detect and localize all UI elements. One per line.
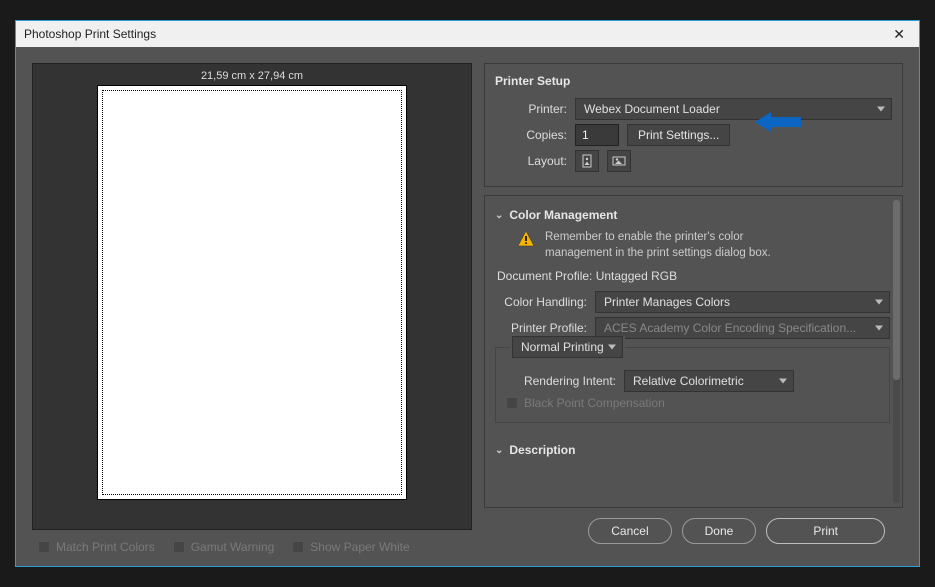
gamut-warning-checkbox[interactable]: Gamut Warning xyxy=(173,540,275,554)
page-dimensions: 21,59 cm x 27,94 cm xyxy=(201,70,303,82)
printer-label: Printer: xyxy=(495,102,567,116)
chevron-down-icon: ⌄ xyxy=(495,210,503,221)
select-value: Normal Printing xyxy=(521,337,604,357)
titlebar: Photoshop Print Settings ✕ xyxy=(16,21,919,47)
select-value: ACES Academy Color Encoding Specificatio… xyxy=(604,318,856,338)
preview-options: Match Print Colors Gamut Warning Show Pa… xyxy=(32,530,472,558)
select-value: Webex Document Loader xyxy=(584,99,720,119)
description-header[interactable]: ⌄ Description xyxy=(495,441,890,463)
preview-column: 21,59 cm x 27,94 cm Match Print Colors G… xyxy=(32,63,472,558)
show-paper-white-checkbox[interactable]: Show Paper White xyxy=(292,540,409,554)
button-label: Done xyxy=(705,524,734,538)
rendering-group: Normal Printing Rendering Intent: Relati… xyxy=(495,347,890,423)
printer-setup-title: Printer Setup xyxy=(495,72,892,94)
checkbox-icon xyxy=(292,541,304,553)
rendering-intent-select[interactable]: Relative Colorimetric xyxy=(624,370,794,392)
button-label: Cancel xyxy=(611,524,648,538)
checkbox-label: Show Paper White xyxy=(310,540,409,554)
rendering-intent-label: Rendering Intent: xyxy=(506,374,616,388)
button-label: Print xyxy=(813,524,838,538)
color-management-header[interactable]: ⌄ Color Management xyxy=(495,206,890,228)
settings-scroll-panel: ⌄ Color Management Remember to enable th… xyxy=(484,195,903,508)
layout-portrait-button[interactable] xyxy=(575,150,599,172)
color-handling-select[interactable]: Printer Manages Colors xyxy=(595,291,890,313)
dialog-title: Photoshop Print Settings xyxy=(24,27,156,41)
printer-setup-panel: Printer Setup Printer: Webex Document Lo… xyxy=(484,63,903,187)
dialog-buttons: Cancel Done Print xyxy=(484,508,903,558)
printer-profile-select: ACES Academy Color Encoding Specificatio… xyxy=(595,317,890,339)
warning-icon xyxy=(517,230,535,248)
checkbox-label: Match Print Colors xyxy=(56,540,155,554)
button-label: Print Settings... xyxy=(638,128,719,142)
done-button[interactable]: Done xyxy=(682,518,757,544)
layout-landscape-button[interactable] xyxy=(607,150,631,172)
section-label: Color Management xyxy=(509,208,617,222)
printer-profile-label: Printer Profile: xyxy=(495,321,587,335)
color-handling-label: Color Handling: xyxy=(495,295,587,309)
warning-line1: Remember to enable the printer's color xyxy=(545,231,743,243)
portrait-icon xyxy=(580,154,594,168)
checkbox-icon xyxy=(506,397,518,409)
checkbox-label: Gamut Warning xyxy=(191,540,275,554)
scrollbar-thumb[interactable] xyxy=(893,200,900,380)
checkbox-icon xyxy=(38,541,50,553)
dialog-content: 21,59 cm x 27,94 cm Match Print Colors G… xyxy=(16,47,919,566)
select-value: Relative Colorimetric xyxy=(633,371,744,391)
section-label: Description xyxy=(509,443,575,457)
copies-input[interactable] xyxy=(575,124,619,146)
print-preview-area: 21,59 cm x 27,94 cm xyxy=(32,63,472,530)
close-icon[interactable]: ✕ xyxy=(887,26,911,43)
print-settings-dialog: Photoshop Print Settings ✕ 21,59 cm x 27… xyxy=(15,20,920,567)
select-value: Printer Manages Colors xyxy=(604,292,730,312)
copies-label: Copies: xyxy=(495,128,567,142)
chevron-down-icon: ⌄ xyxy=(495,445,503,456)
checkbox-label: Black Point Compensation xyxy=(524,396,665,410)
warning-line2: management in the print settings dialog … xyxy=(545,247,771,259)
print-settings-button[interactable]: Print Settings... xyxy=(627,124,730,146)
landscape-icon xyxy=(612,154,626,168)
printing-mode-select[interactable]: Normal Printing xyxy=(512,336,623,358)
print-button[interactable]: Print xyxy=(766,518,885,544)
callout-arrow-icon xyxy=(755,112,801,132)
color-warning: Remember to enable the printer's color m… xyxy=(517,230,890,261)
black-point-checkbox: Black Point Compensation xyxy=(506,396,665,410)
document-profile: Document Profile: Untagged RGB xyxy=(497,269,890,283)
checkbox-icon xyxy=(173,541,185,553)
printer-select[interactable]: Webex Document Loader xyxy=(575,98,892,120)
page-preview xyxy=(102,90,402,495)
settings-column: Printer Setup Printer: Webex Document Lo… xyxy=(484,63,903,558)
cancel-button[interactable]: Cancel xyxy=(588,518,671,544)
layout-label: Layout: xyxy=(495,154,567,168)
match-print-colors-checkbox[interactable]: Match Print Colors xyxy=(38,540,155,554)
